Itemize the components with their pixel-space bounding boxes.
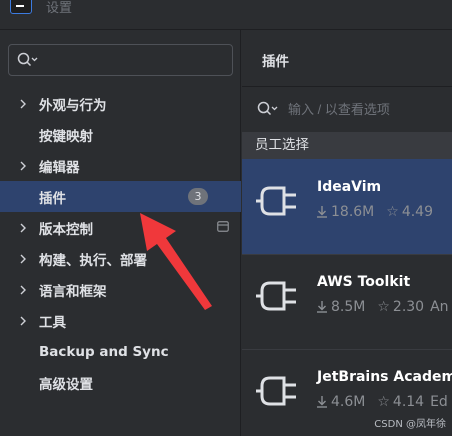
download-count: 4.6M (331, 394, 366, 410)
page-title: 插件 (262, 54, 289, 70)
plugin-search-input[interactable] (288, 98, 452, 120)
window-title: 设置 (46, 1, 73, 16)
update-count-badge: 3 (188, 188, 208, 205)
plugin-name: IdeaVim (317, 179, 382, 195)
rating: 2.30 (392, 299, 425, 315)
star-icon: ☆ (377, 394, 390, 410)
chevron-right-icon[interactable] (19, 223, 27, 233)
chevron-right-icon[interactable] (19, 316, 27, 326)
sidebar-item-languages[interactable]: 语言和框架 (0, 274, 241, 305)
star-icon: ☆ (386, 204, 399, 220)
sidebar-item-version-control[interactable]: 版本控制 (0, 212, 241, 243)
sidebar-item-label: 版本控制 (39, 221, 93, 238)
sidebar-item-label: 语言和框架 (39, 283, 107, 300)
chevron-right-icon[interactable] (19, 99, 27, 109)
download-icon (317, 301, 327, 313)
sidebar-item-label: 插件 (39, 190, 66, 207)
sidebar-item-appearance[interactable]: 外观与行为 (0, 88, 241, 119)
plugin-list-item-ideavim[interactable]: IdeaVim 18.6M ☆ 4.49 (242, 159, 452, 254)
plugin-name: JetBrains Academy (317, 369, 452, 385)
sidebar-item-keymap[interactable]: 按键映射 (0, 119, 241, 150)
chevron-right-icon[interactable] (19, 161, 27, 171)
title-bar: 设置 (0, 0, 452, 30)
panel-header: 插件 (242, 30, 452, 87)
star-icon: ☆ (377, 299, 390, 315)
plugin-icon (256, 186, 296, 216)
plugin-icon (256, 281, 296, 311)
search-icon (257, 101, 278, 116)
plugin-meta: 18.6M ☆ 4.49 (317, 204, 433, 220)
download-icon (317, 206, 327, 218)
plugins-panel: 插件 员工选择 IdeaVim 18.6M ☆ 4.49 AWS Toolkit… (242, 30, 452, 436)
settings-search-box[interactable] (8, 44, 233, 76)
sidebar-item-label: 构建、执行、部署 (39, 252, 147, 269)
rating: 4.49 (401, 204, 433, 220)
sidebar-item-editor[interactable]: 编辑器 (0, 150, 241, 181)
project-settings-icon (217, 221, 229, 232)
plugin-meta: 8.5M ☆ 2.30 An (317, 299, 449, 315)
sidebar-item-plugins[interactable]: 插件 3 (0, 181, 241, 212)
plugin-name: AWS Toolkit (317, 274, 411, 290)
sidebar-item-label: Backup and Sync (39, 343, 169, 360)
plugin-search-box[interactable] (242, 88, 452, 132)
settings-sidebar: 外观与行为 按键映射 编辑器 插件 3 版本控制 构建、执行、部署 语言和框架 … (0, 30, 241, 436)
search-icon (17, 52, 38, 67)
plugin-meta: 4.6M ☆ 4.14 Ed (317, 394, 448, 410)
sidebar-item-label: 高级设置 (39, 376, 93, 393)
rating: 4.14 (392, 394, 425, 410)
sidebar-item-advanced[interactable]: 高级设置 (0, 367, 241, 398)
app-logo-icon (10, 0, 32, 14)
sidebar-item-tools[interactable]: 工具 (0, 305, 241, 336)
sidebar-item-label: 工具 (39, 314, 66, 331)
chevron-right-icon[interactable] (19, 285, 27, 295)
plugin-list-item-aws-toolkit[interactable]: AWS Toolkit 8.5M ☆ 2.30 An (242, 254, 452, 349)
chevron-right-icon[interactable] (19, 254, 27, 264)
sidebar-item-label: 外观与行为 (39, 97, 107, 114)
sidebar-item-build[interactable]: 构建、执行、部署 (0, 243, 241, 274)
plugin-group-header: 员工选择 (242, 132, 452, 159)
download-count: 8.5M (331, 299, 366, 315)
watermark: CSDN @凤年徐 (374, 419, 446, 430)
download-icon (317, 396, 327, 408)
plugin-vendor: An (430, 299, 449, 315)
sidebar-item-backup-sync[interactable]: Backup and Sync (0, 336, 241, 367)
plugin-icon (256, 376, 296, 406)
sidebar-item-label: 编辑器 (39, 159, 80, 176)
plugin-vendor: Ed (430, 394, 448, 410)
settings-search-input[interactable] (43, 49, 223, 71)
sidebar-item-label: 按键映射 (39, 128, 93, 145)
download-count: 18.6M (331, 204, 375, 220)
